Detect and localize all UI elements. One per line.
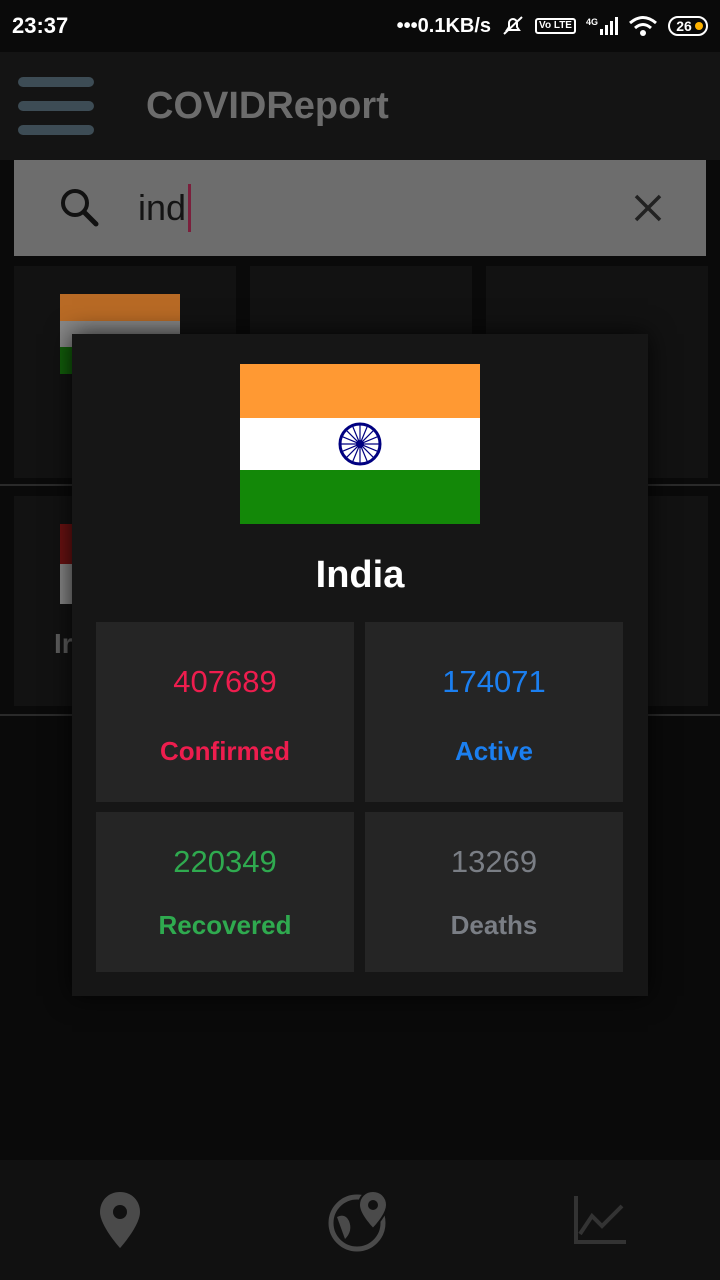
active-card: 174071 Active [365,622,623,802]
battery-level: 26 [676,18,692,34]
location-pin-icon [100,1192,140,1248]
text-caret [188,184,192,232]
line-chart-icon [574,1196,626,1244]
status-icons: •••0.1KB/s Vo LTE 4G 26 [397,14,708,38]
recovered-label: Recovered [158,910,292,940]
close-icon[interactable] [630,190,666,226]
bottom-navigation [0,1160,720,1280]
deaths-card: 13269 Deaths [365,812,623,972]
wifi-icon [629,16,657,36]
signal-icon: 4G [586,17,618,35]
nav-location[interactable] [60,1180,180,1260]
status-time: 23:37 [12,13,69,38]
confirmed-label: Confirmed [160,736,290,766]
active-value: 174071 [442,664,546,699]
search-query: ind [138,187,187,228]
hamburger-menu-icon[interactable] [18,77,94,135]
app-bar: COVIDReport [0,52,720,160]
deaths-label: Deaths [450,910,538,940]
confirmed-value: 407689 [173,664,277,699]
battery-icon: 26 [668,16,708,36]
nav-world[interactable] [300,1180,420,1260]
search-icon[interactable] [58,186,102,230]
deaths-value: 13269 [450,844,538,879]
volte-badge: Vo LTE [535,18,576,34]
recovered-value: 220349 [173,844,277,879]
country-detail-dialog: India 407689 Confirmed 174071 Active 220… [72,334,648,996]
mute-bell-icon [503,16,523,35]
nav-chart[interactable] [540,1180,660,1260]
network-speed: •••0.1KB/s [396,14,492,37]
search-input[interactable]: ind [138,184,192,232]
network-type: 4G [585,17,598,27]
app-title: COVIDReport [146,84,389,127]
recovered-card: 220349 Recovered [96,812,354,972]
india-flag [240,364,480,524]
search-bar[interactable]: ind [14,160,706,256]
status-bar: 23:37 •••0.1KB/s Vo LTE 4G 26 [0,0,720,52]
country-name: India [315,554,405,596]
confirmed-card: 407689 Confirmed [96,622,354,802]
globe-pin-icon [328,1189,389,1252]
active-label: Active [454,736,534,766]
country-label: Ir [54,628,73,659]
